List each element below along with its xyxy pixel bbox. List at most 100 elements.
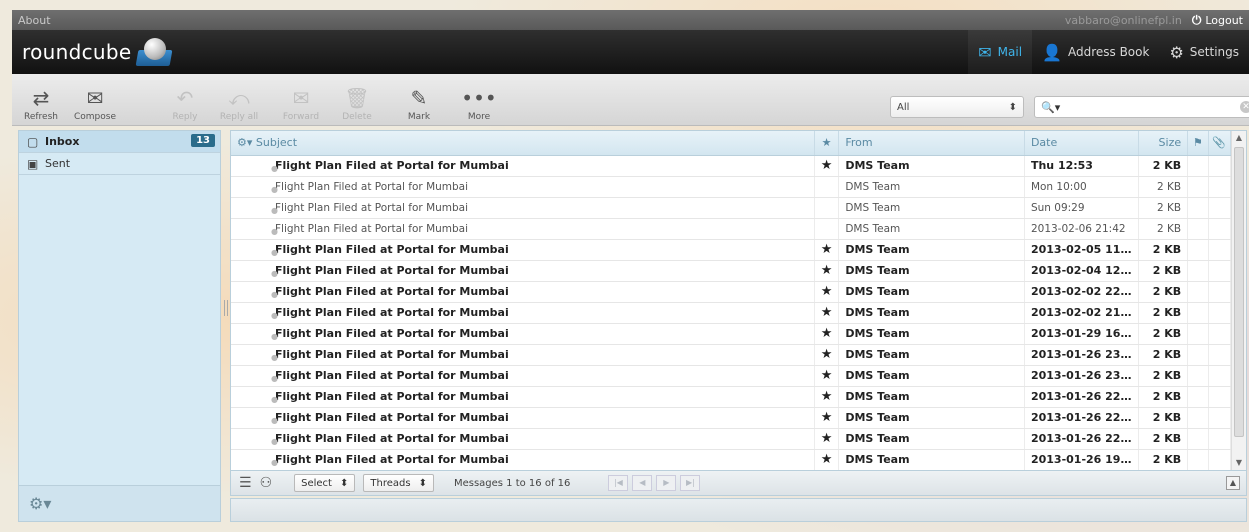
flag-star[interactable]: ★ (814, 407, 840, 429)
threads-dropdown[interactable]: Threads ⬍ (363, 474, 434, 492)
search-input[interactable] (1064, 101, 1240, 113)
folder-sent[interactable]: ▣ Sent (19, 153, 220, 175)
task-mail[interactable]: ✉ Mail (968, 30, 1033, 74)
logout-button[interactable]: ⏻ Logout (1192, 13, 1243, 28)
message-flag-cell[interactable] (1187, 197, 1209, 219)
message-flag-cell[interactable] (1187, 239, 1209, 261)
message-subject[interactable]: ● Flight Plan Filed at Portal for Mumbai (231, 197, 815, 219)
message-subject[interactable]: ● Flight Plan Filed at Portal for Mumbai (231, 449, 815, 471)
table-row[interactable]: ● Flight Plan Filed at Portal for Mumbai ★… (231, 281, 1232, 303)
subject-column-header[interactable]: ⚙▾ Subject (231, 131, 815, 156)
message-subject[interactable]: ● Flight Plan Filed at Portal for Mumbai (231, 239, 815, 261)
folder-actions-gear-icon[interactable]: ⚙▾ (29, 494, 51, 513)
message-flag-cell[interactable] (1187, 281, 1209, 303)
task-address-book[interactable]: 👤 Address Book (1032, 30, 1159, 74)
list-scrollbar[interactable]: ▲ ▼ (1231, 131, 1246, 470)
reply-all-button[interactable]: ⤺ Reply all (212, 80, 266, 122)
delete-button[interactable]: 🗑 Delete (330, 80, 384, 122)
flag-star[interactable]: ★ (814, 428, 840, 450)
message-subject[interactable]: ● Flight Plan Filed at Portal for Mumbai (231, 323, 815, 345)
message-flag-cell[interactable] (1187, 344, 1209, 366)
flag-star[interactable]: ★ (814, 155, 840, 177)
message-flag-cell[interactable] (1187, 449, 1209, 471)
flag-star[interactable]: ★ (814, 344, 840, 366)
flag-star[interactable]: ★ (814, 260, 840, 282)
message-flag-cell[interactable] (1187, 218, 1209, 240)
threads-toggle-icon[interactable]: ⚇ (260, 475, 273, 491)
scroll-thumb[interactable] (1234, 147, 1244, 437)
message-flag-cell[interactable] (1187, 302, 1209, 324)
clear-search-icon[interactable]: ✕ (1240, 101, 1249, 113)
table-row[interactable]: ● Flight Plan Filed at Portal for Mumbai ★… (231, 365, 1232, 387)
first-page-icon[interactable]: |◀ (608, 475, 629, 491)
message-subject[interactable]: ● Flight Plan Filed at Portal for Mumbai (231, 281, 815, 303)
message-flag-cell[interactable] (1187, 323, 1209, 345)
message-flag-cell[interactable] (1187, 428, 1209, 450)
table-row[interactable]: ● Flight Plan Filed at Portal for Mumbai ★… (231, 386, 1232, 408)
flag-star[interactable] (814, 218, 840, 240)
message-subject[interactable]: ● Flight Plan Filed at Portal for Mumbai (231, 407, 815, 429)
flagged-column-header[interactable]: ★ (814, 131, 840, 156)
table-row[interactable]: ● Flight Plan Filed at Portal for Mumbai ★… (231, 239, 1232, 261)
flag-star[interactable]: ★ (814, 239, 840, 261)
search-icon[interactable]: 🔍▾ (1041, 101, 1060, 114)
flag-star[interactable]: ★ (814, 302, 840, 324)
flag-star[interactable]: ★ (814, 323, 840, 345)
list-menu-icon[interactable]: ☰ (239, 475, 252, 491)
message-subject[interactable]: ● Flight Plan Filed at Portal for Mumbai (231, 428, 815, 450)
scroll-up-icon[interactable]: ▲ (1232, 131, 1246, 145)
message-flag-cell[interactable] (1187, 176, 1209, 198)
from-column-header[interactable]: From (838, 131, 1025, 156)
next-page-icon[interactable]: ▶ (656, 475, 677, 491)
message-subject[interactable]: ● Flight Plan Filed at Portal for Mumbai (231, 344, 815, 366)
last-page-icon[interactable]: ▶| (680, 475, 701, 491)
forward-button[interactable]: ✉ Forward (274, 80, 328, 122)
message-subject[interactable]: ● Flight Plan Filed at Portal for Mumbai (231, 176, 815, 198)
date-column-header[interactable]: Date (1024, 131, 1140, 156)
message-flag-cell[interactable] (1187, 365, 1209, 387)
expand-preview-icon[interactable]: ▲ (1226, 476, 1240, 490)
flag-star[interactable]: ★ (814, 281, 840, 303)
scroll-down-icon[interactable]: ▼ (1232, 456, 1246, 470)
mark-button[interactable]: ✎ Mark (392, 80, 446, 122)
size-column-header[interactable]: Size (1138, 131, 1189, 156)
message-subject[interactable]: ● Flight Plan Filed at Portal for Mumbai (231, 260, 815, 282)
table-row[interactable]: ● Flight Plan Filed at Portal for Mumbai D… (231, 218, 1232, 240)
message-subject[interactable]: ● Flight Plan Filed at Portal for Mumbai (231, 386, 815, 408)
flag-star[interactable] (814, 197, 840, 219)
flag-column-header[interactable]: ⚑ (1187, 131, 1209, 156)
reply-button[interactable]: ↶ Reply (158, 80, 212, 122)
about-link[interactable]: About (18, 14, 51, 27)
flag-star[interactable]: ★ (814, 449, 840, 471)
select-dropdown[interactable]: Select ⬍ (294, 474, 356, 492)
refresh-button[interactable]: ⇄ Refresh (14, 80, 68, 122)
flag-star[interactable] (814, 176, 840, 198)
table-row[interactable]: ● Flight Plan Filed at Portal for Mumbai ★… (231, 155, 1232, 177)
message-subject[interactable]: ● Flight Plan Filed at Portal for Mumbai (231, 302, 815, 324)
task-settings[interactable]: ⚙ Settings (1159, 30, 1249, 74)
message-subject[interactable]: ● Flight Plan Filed at Portal for Mumbai (231, 365, 815, 387)
compose-button[interactable]: ✉ Compose (68, 80, 122, 122)
logo[interactable]: roundcube (12, 36, 173, 68)
pane-splitter[interactable] (224, 300, 228, 316)
table-row[interactable]: ● Flight Plan Filed at Portal for Mumbai ★… (231, 407, 1232, 429)
folder-inbox[interactable]: ▢ Inbox 13 (19, 131, 220, 153)
flag-star[interactable]: ★ (814, 386, 840, 408)
table-row[interactable]: ● Flight Plan Filed at Portal for Mumbai ★… (231, 344, 1232, 366)
table-row[interactable]: ● Flight Plan Filed at Portal for Mumbai ★… (231, 302, 1232, 324)
message-flag-cell[interactable] (1187, 407, 1209, 429)
message-subject[interactable]: ● Flight Plan Filed at Portal for Mumbai (231, 218, 815, 240)
more-button[interactable]: ••• More (452, 80, 506, 122)
table-row[interactable]: ● Flight Plan Filed at Portal for Mumbai ★… (231, 428, 1232, 450)
table-row[interactable]: ● Flight Plan Filed at Portal for Mumbai D… (231, 176, 1232, 198)
message-flag-cell[interactable] (1187, 386, 1209, 408)
attachment-column-header[interactable]: 📎 (1208, 131, 1232, 156)
filter-select[interactable]: All ⬍ (890, 96, 1024, 118)
table-row[interactable]: ● Flight Plan Filed at Portal for Mumbai ★… (231, 323, 1232, 345)
list-options-gear-icon[interactable]: ⚙▾ (237, 136, 252, 149)
flag-star[interactable]: ★ (814, 365, 840, 387)
table-row[interactable]: ● Flight Plan Filed at Portal for Mumbai ★… (231, 260, 1232, 282)
message-flag-cell[interactable] (1187, 260, 1209, 282)
table-row[interactable]: ● Flight Plan Filed at Portal for Mumbai ★… (231, 449, 1232, 471)
message-flag-cell[interactable] (1187, 155, 1209, 177)
